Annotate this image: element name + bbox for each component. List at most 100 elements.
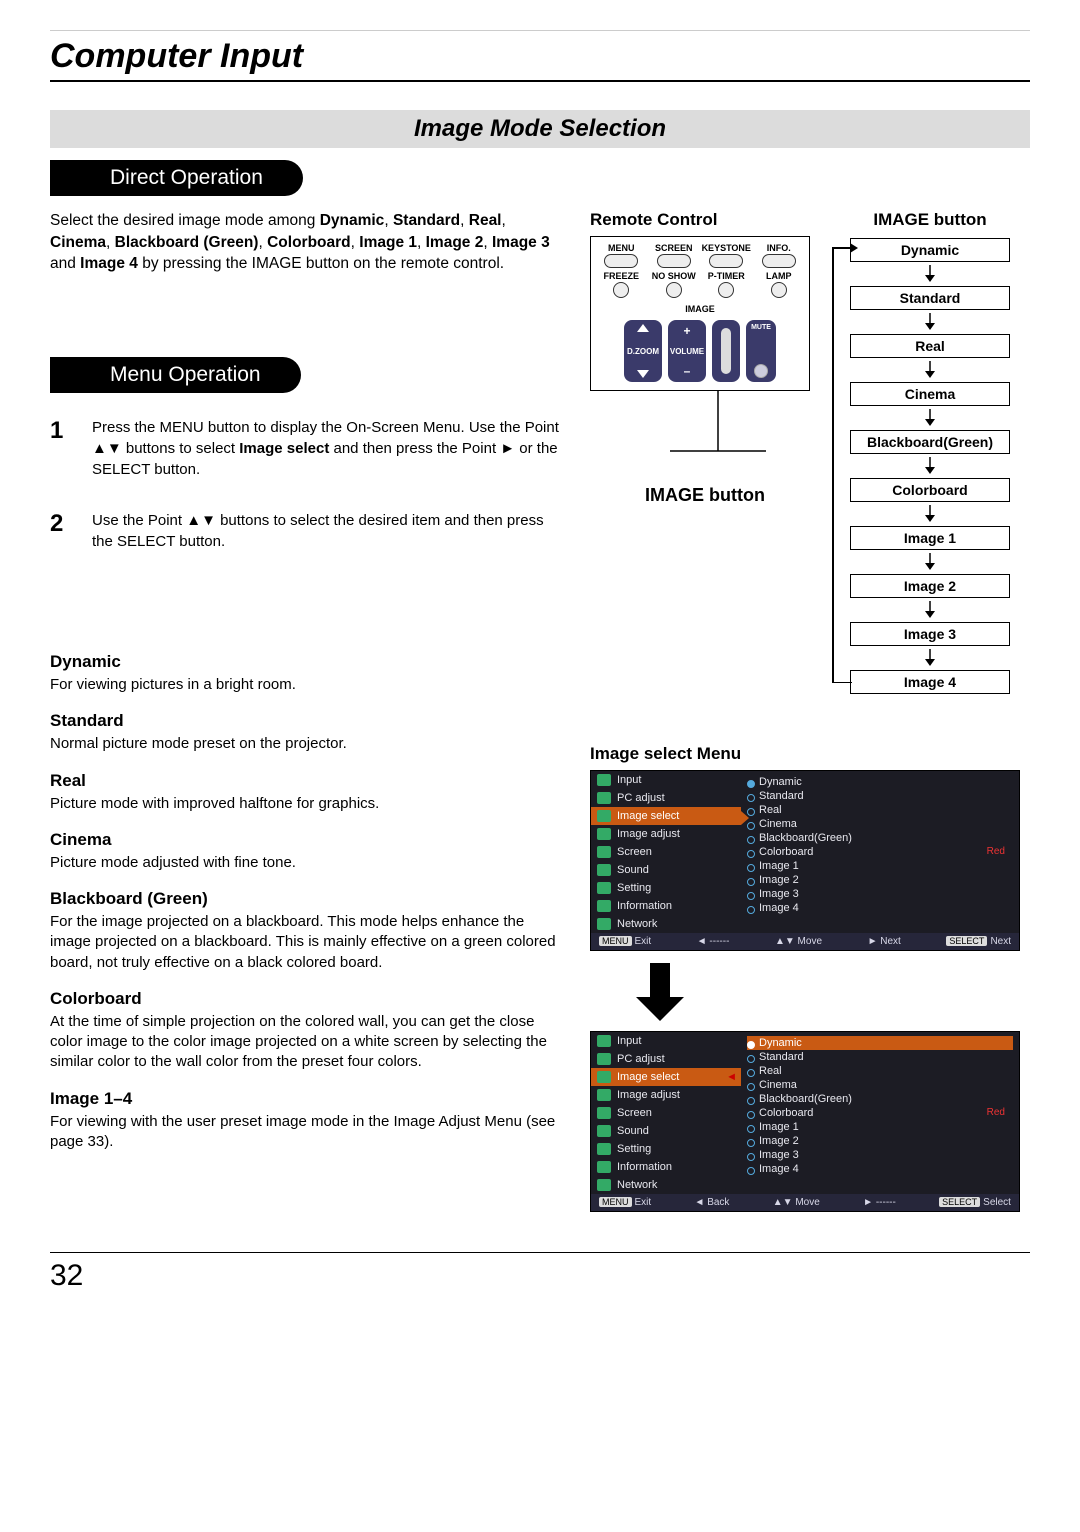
down-arrow-icon [840,313,1020,331]
mode-description: For the image projected on a blackboard.… [50,912,566,973]
step-text: Press the MENU button to display the On-… [92,417,566,480]
down-arrow-icon [840,601,1020,619]
menu-left-item-label: Information [617,900,672,912]
menu-left-item[interactable]: PC adjust [591,1050,741,1068]
menu-left-item-label: Screen [617,1107,652,1119]
menu-left-item[interactable]: Sound [591,861,741,879]
mode-title: Colorboard [50,989,566,1009]
menu-left-item-label: PC adjust [617,792,665,804]
menu-right-item[interactable]: Image 4 [747,901,1013,915]
remote-control-illustration: MENUSCREENKEYSTONEINFO. FREEZENO SHOWP-T… [590,236,810,391]
menu-left-item[interactable]: Input [591,1032,741,1050]
menu-left-item[interactable]: Image select◄ [591,1068,741,1086]
step-text: Use the Point ▲▼ buttons to select the d… [92,510,566,552]
menu-right-item[interactable]: Image 2 [747,873,1013,887]
image-select-menu-screenshot-2: InputPC adjustImage select◄Image adjust S… [590,1031,1020,1212]
mode-block: Cinema Picture mode adjusted with fine to… [50,830,566,873]
menu-left-item[interactable]: Input [591,771,741,789]
menu-left-item[interactable]: Information [591,1158,741,1176]
menu-footer: MENUExit◄ ------▲▼ Move► NextSELECTNext [591,933,1019,950]
menu-right-item[interactable]: Dynamic [747,1036,1013,1050]
down-arrow-icon [840,265,1020,283]
image-chain-item: Colorboard [850,478,1010,502]
step: 1 Press the MENU button to display the On… [50,417,566,480]
menu-left-item[interactable]: Information [591,897,741,915]
image-button-caption: IMAGE button [590,485,820,506]
dzoom-rocker: D.ZOOM [624,320,662,382]
menu-left-item-label: Sound [617,864,649,876]
menu-right-item[interactable]: Image 4 [747,1162,1013,1176]
remote-button-label: NO SHOW [648,271,701,281]
remote-button[interactable] [709,254,743,268]
mode-block: Blackboard (Green) For the image projecte… [50,889,566,973]
left-arrow-icon: ◄ [726,1071,737,1083]
menu-operation-tab: Menu Operation [50,357,301,393]
remote-button-label: SCREEN [648,243,701,253]
step-number: 1 [50,417,74,480]
page-title: Computer Input [50,30,1030,82]
mode-description: Picture mode adjusted with fine tone. [50,853,566,873]
menu-right-item[interactable]: Image 1 [747,859,1013,873]
remote-button[interactable] [666,282,682,298]
menu-operation-steps: 1 Press the MENU button to display the On… [50,417,566,552]
remote-button-label: KEYSTONE [700,243,753,253]
remote-button-label: LAMP [753,271,806,281]
section-heading: Image Mode Selection [50,110,1030,148]
menu-left-item[interactable]: Screen [591,843,741,861]
menu-right-item[interactable]: Real [747,1064,1013,1078]
remote-button[interactable] [613,282,629,298]
remote-button[interactable] [718,282,734,298]
menu-right-item[interactable]: Blackboard(Green) [747,1092,1013,1106]
menu-item-icon [597,1035,611,1047]
mode-block: StandardNormal picture mode preset on th… [50,711,566,754]
remote-button[interactable] [657,254,691,268]
mode-title: Cinema [50,830,566,850]
menu-right-item[interactable]: Cinema [747,817,1013,831]
menu-left-item[interactable]: Image adjust [591,825,741,843]
menu-right-item[interactable]: Dynamic [747,775,1013,789]
menu-left-item[interactable]: Setting [591,879,741,897]
menu-left-item[interactable]: Setting [591,1140,741,1158]
image-button[interactable] [712,320,740,382]
menu-right-item[interactable]: Blackboard(Green) [747,831,1013,845]
mode-title: Blackboard (Green) [50,889,566,909]
remote-button[interactable] [771,282,787,298]
down-arrow-icon [840,409,1020,427]
menu-right-item[interactable]: Standard [747,1050,1013,1064]
menu-right-item[interactable]: Image 1 [747,1120,1013,1134]
menu-right-item[interactable]: Image 2 [747,1134,1013,1148]
menu-right-item[interactable]: ColorboardRed [747,845,1013,859]
mode-description: At the time of simple projection on the … [50,1012,566,1073]
menu-left-item[interactable]: Image select [591,807,741,825]
image-chain-item: Cinema [850,382,1010,406]
image-select-menu-title: Image select Menu [590,744,1030,764]
volume-rocker: + VOLUME – [668,320,706,382]
menu-right-item[interactable]: Standard [747,789,1013,803]
menu-left-item[interactable]: PC adjust [591,789,741,807]
direct-operation-tab: Direct Operation [50,160,303,196]
image-button-chain-title: IMAGE button [840,210,1020,230]
menu-left-item[interactable]: Screen [591,1104,741,1122]
remote-button[interactable] [762,254,796,268]
menu-right-item[interactable]: Real [747,803,1013,817]
menu-left-item-label: Screen [617,846,652,858]
menu-item-icon [597,1125,611,1137]
mode-title: Standard [50,711,566,731]
menu-item-icon [597,1053,611,1065]
menu-right-item[interactable]: Image 3 [747,1148,1013,1162]
menu-left-item[interactable]: Network [591,1176,741,1194]
volume-label: VOLUME [670,347,704,356]
mode-description: Picture mode with improved halftone for … [50,794,566,814]
menu-left-item-label: Information [617,1161,672,1173]
down-arrow-icon [840,505,1020,523]
page-number: 32 [50,1252,1030,1293]
remote-button[interactable] [604,254,638,268]
menu-left-item[interactable]: Image adjust [591,1086,741,1104]
menu-left-item[interactable]: Sound [591,1122,741,1140]
menu-item-icon [597,864,611,876]
menu-right-item[interactable]: ColorboardRed [747,1106,1013,1120]
menu-right-item[interactable]: Cinema [747,1078,1013,1092]
image-chain-item: Standard [850,286,1010,310]
menu-left-item[interactable]: Network [591,915,741,933]
menu-right-item[interactable]: Image 3 [747,887,1013,901]
